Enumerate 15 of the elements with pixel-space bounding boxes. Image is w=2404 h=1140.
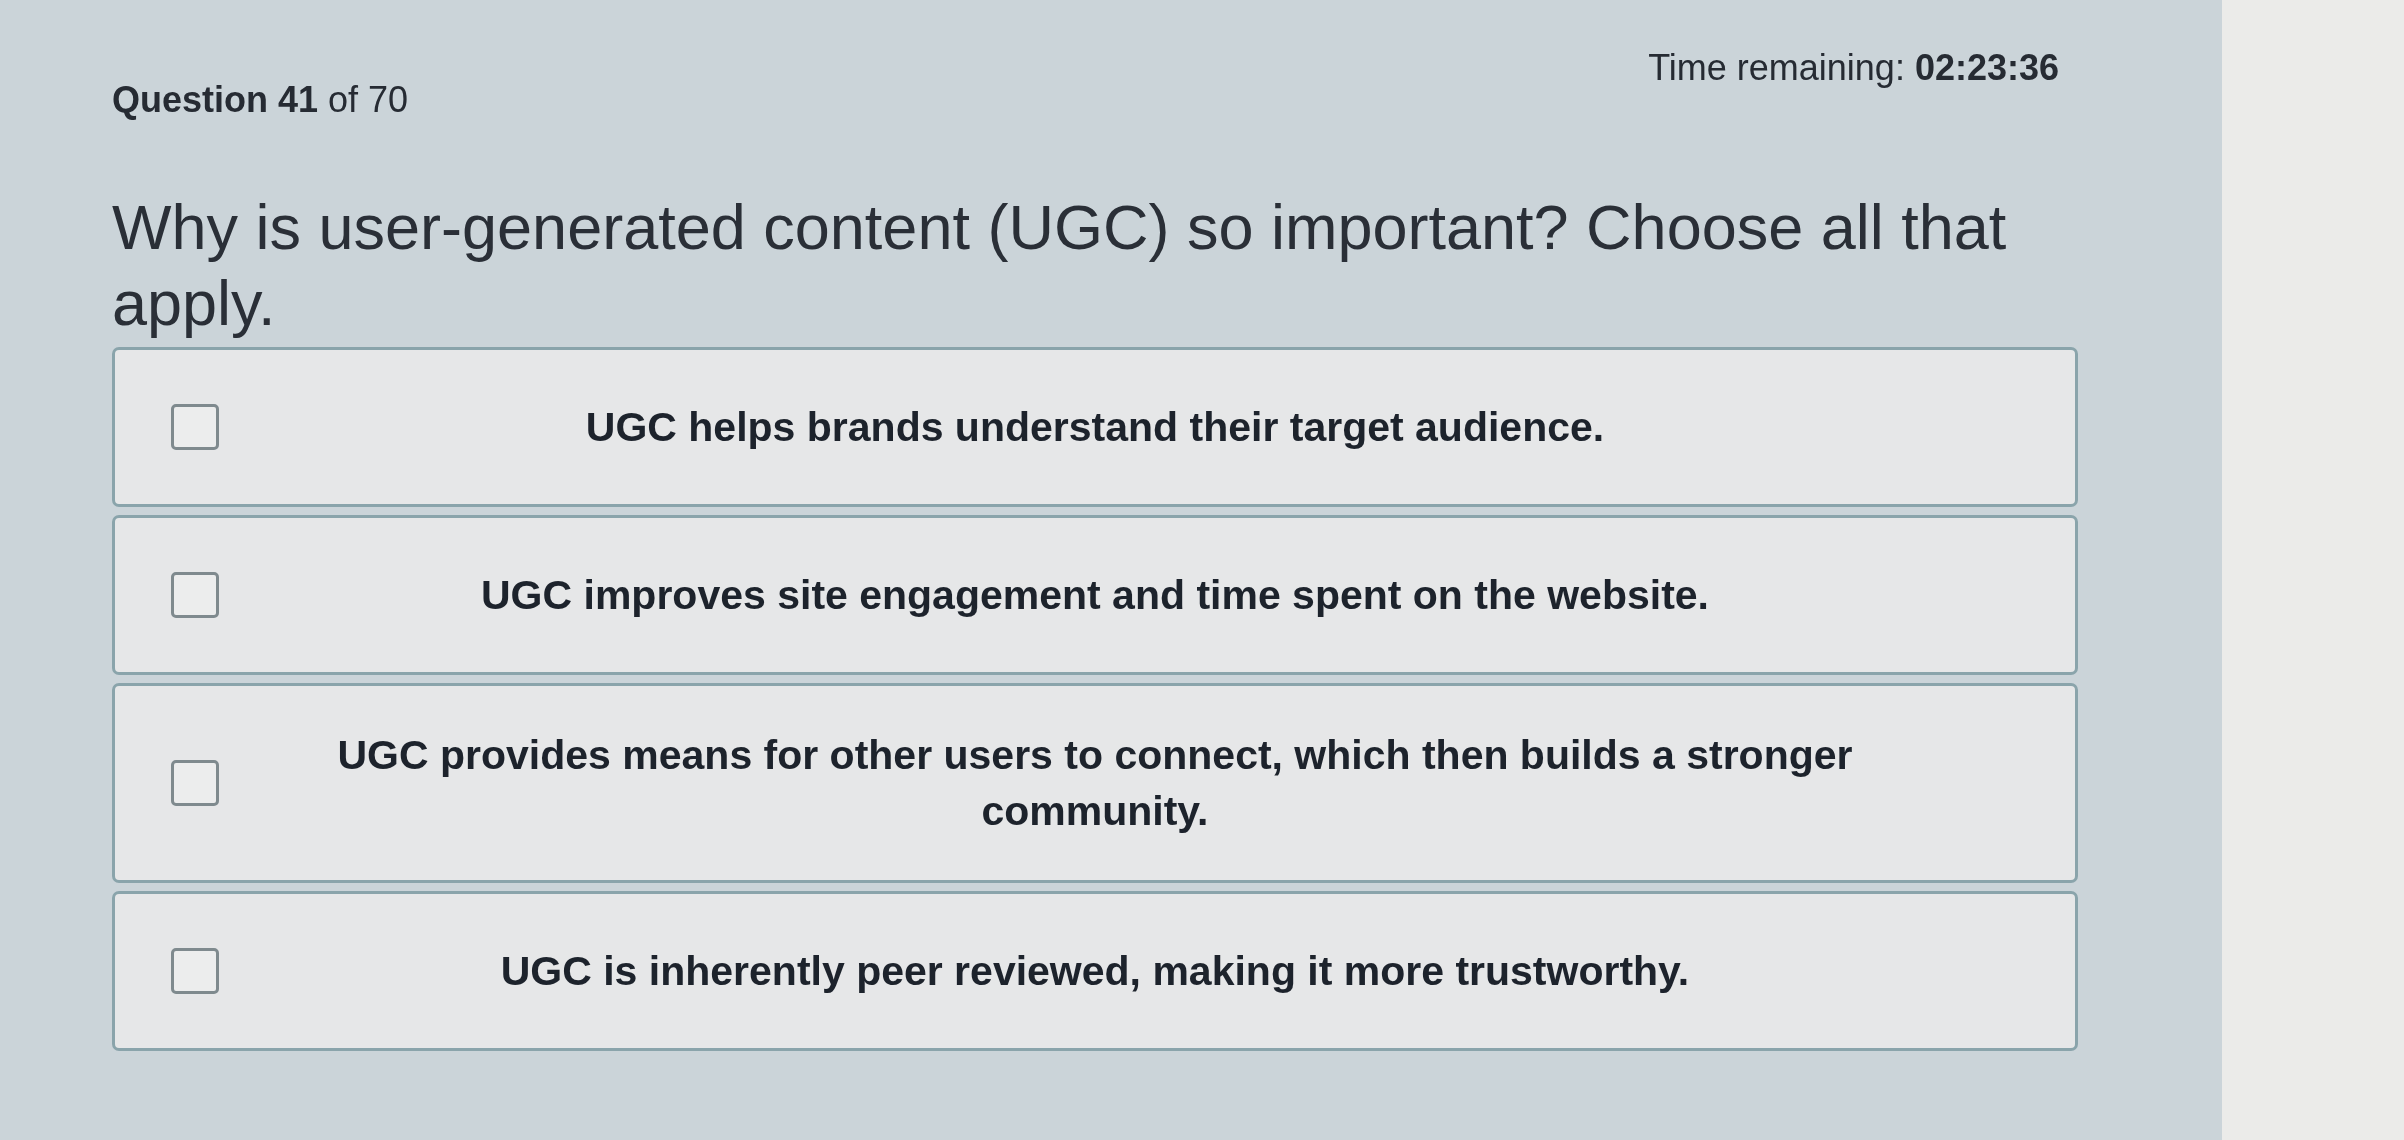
- answer-option[interactable]: UGC helps brands understand their target audience.: [112, 347, 2078, 507]
- answer-option[interactable]: UGC improves site engagement and time spent on the website.: [112, 515, 2078, 675]
- question-counter: Question 41 of 70: [112, 78, 409, 122]
- checkbox[interactable]: [171, 572, 219, 618]
- option-text: UGC helps brands understand their target audience.: [585, 403, 1605, 452]
- option-text: UGC provides means for other users to connect, which then builds a stronger community.: [336, 731, 1854, 836]
- checkbox[interactable]: [171, 948, 219, 994]
- answer-option[interactable]: UGC is inherently peer reviewed, making it more trustworthy.: [112, 891, 2078, 1051]
- time-remaining: Time remaining: 02:23:36: [1648, 46, 2059, 90]
- option-text: UGC improves site engagement and time spent on the website.: [481, 571, 1709, 620]
- checkbox[interactable]: [171, 760, 219, 806]
- checkbox[interactable]: [171, 404, 219, 450]
- answer-option[interactable]: UGC provides means for other users to connect, which then builds a stronger community.: [112, 683, 2078, 883]
- option-text: UGC is inherently peer reviewed, making it more trustworthy.: [500, 947, 1690, 996]
- question-text: Why is user-generated content (UGC) so important? Choose all that apply.: [112, 191, 2008, 340]
